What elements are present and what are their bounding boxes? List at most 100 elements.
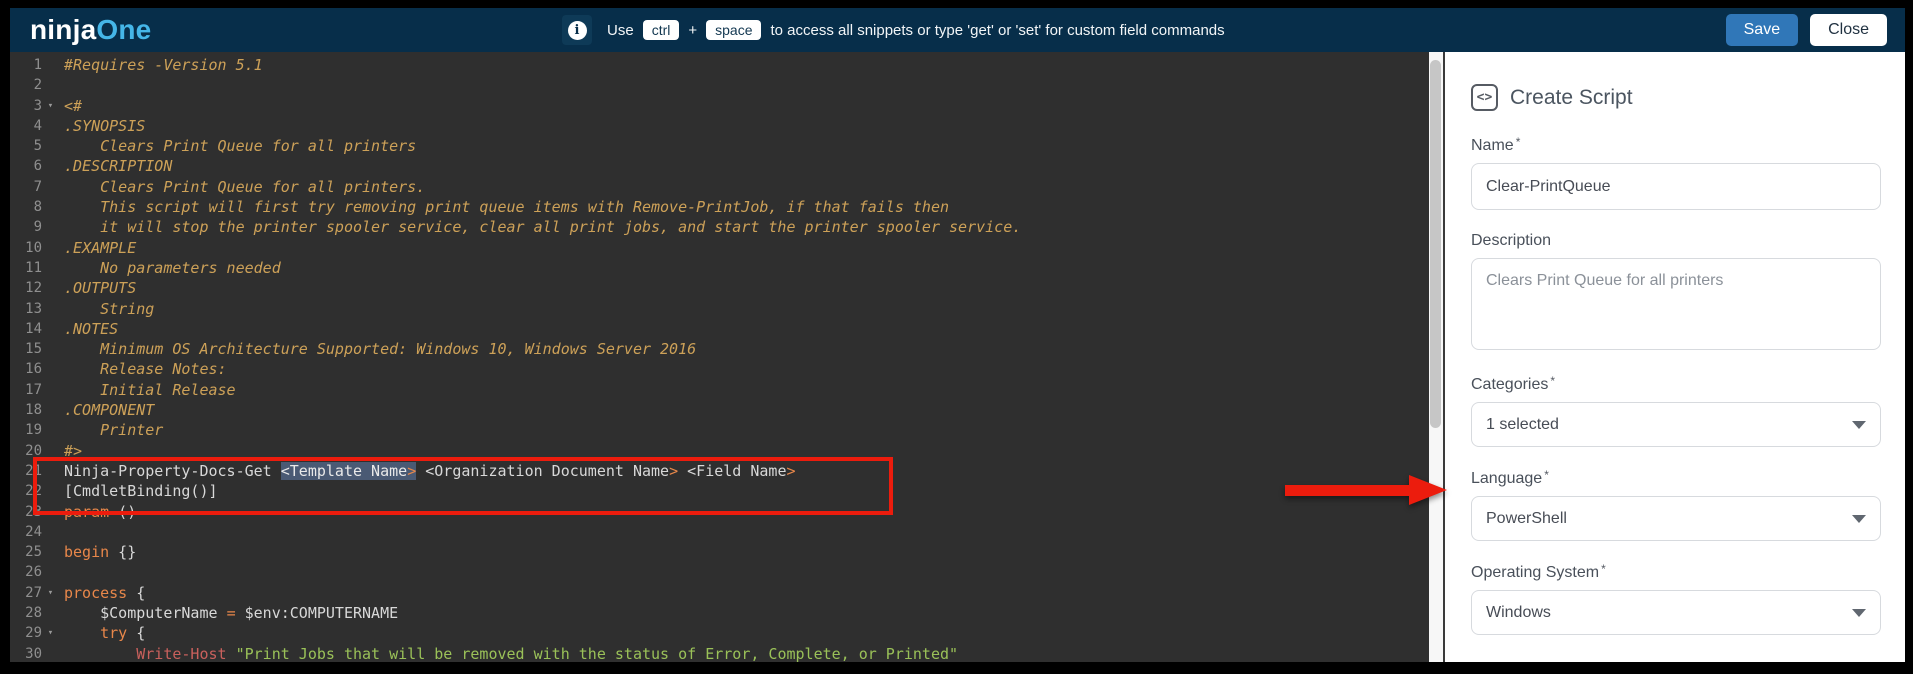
code-text: #> <box>64 441 83 460</box>
fold-arrow-icon[interactable]: ▾ <box>42 623 56 643</box>
code-line[interactable]: 13 String <box>10 299 1429 319</box>
code-text: No parameters needed <box>64 258 281 277</box>
code-line[interactable]: 19 Printer <box>10 420 1429 440</box>
code-line[interactable]: 14 .NOTES <box>10 319 1429 339</box>
code-text: String <box>64 299 155 318</box>
fold-gutter <box>42 116 56 136</box>
description-label: Description <box>1471 232 1552 249</box>
code-line[interactable]: 26 <box>10 562 1429 582</box>
code-text: Initial Release <box>64 380 236 399</box>
save-button[interactable]: Save <box>1725 14 1799 46</box>
top-bar: ninjaOne i Use ctrl + space to access al… <box>10 8 1905 52</box>
logo-text-ninja: ninja <box>30 14 97 45</box>
operating-system-label: Operating System * <box>1471 562 1606 581</box>
required-asterisk: * <box>1544 468 1549 482</box>
code-text: .COMPONENT <box>64 401 155 420</box>
line-number: 5 <box>33 138 42 155</box>
code-line[interactable]: 21 Ninja-Property-Docs-Get <Template Name… <box>10 461 1429 481</box>
fold-gutter <box>42 339 56 359</box>
fold-arrow-icon[interactable]: ▾ <box>42 583 56 603</box>
line-number: 15 <box>25 341 42 358</box>
line-number: 2 <box>33 77 42 94</box>
line-number: 1 <box>33 57 42 73</box>
language-select[interactable]: PowerShell <box>1471 496 1881 541</box>
code-line[interactable]: 7 Clears Print Queue for all printers. <box>10 177 1429 197</box>
code-editor[interactable]: 1 #Requires -Version 5.1 2 3 ▾ <# 4 .SYNOPSIS 5 … <box>10 52 1429 662</box>
code-line[interactable]: 20 #> <box>10 441 1429 461</box>
fold-gutter <box>42 75 56 95</box>
code-text: param () <box>64 502 137 521</box>
editor-scrollbar-thumb[interactable] <box>1430 60 1441 428</box>
code-line[interactable]: 10 .EXAMPLE <box>10 238 1429 258</box>
line-number: 25 <box>25 544 42 561</box>
name-input[interactable] <box>1471 163 1881 210</box>
code-line[interactable]: 27 ▾ process { <box>10 583 1429 603</box>
code-line[interactable]: 11 No parameters needed <box>10 258 1429 278</box>
code-line[interactable]: 8 This script will first try removing pr… <box>10 197 1429 217</box>
code-text: This script will first try removing prin… <box>64 198 950 217</box>
code-line[interactable]: 1 #Requires -Version 5.1 <box>10 55 1429 75</box>
line-number: 3 <box>33 97 42 114</box>
code-line[interactable]: 4 .SYNOPSIS <box>10 116 1429 136</box>
categories-select[interactable]: 1 selected <box>1471 402 1881 447</box>
fold-gutter <box>42 603 56 623</box>
fold-gutter <box>42 55 56 75</box>
categories-label: Categories * <box>1471 374 1556 393</box>
line-number: 18 <box>25 402 42 419</box>
categories-value: 1 selected <box>1486 415 1559 433</box>
chevron-down-icon <box>1852 514 1866 523</box>
description-textarea[interactable]: Clears Print Queue for all printers <box>1471 258 1881 350</box>
code-line[interactable]: 5 Clears Print Queue for all printers <box>10 136 1429 156</box>
fold-gutter <box>42 197 56 217</box>
chevron-down-icon <box>1852 608 1866 617</box>
code-line[interactable]: 17 Initial Release <box>10 380 1429 400</box>
operating-system-select[interactable]: Windows <box>1471 590 1881 635</box>
code-line[interactable]: 2 <box>10 75 1429 95</box>
line-number: 19 <box>25 422 42 439</box>
fold-gutter <box>42 299 56 319</box>
code-line[interactable]: 12 .OUTPUTS <box>10 278 1429 298</box>
code-line[interactable]: 15 Minimum OS Architecture Supported: Wi… <box>10 339 1429 359</box>
line-number: 7 <box>33 178 42 195</box>
code-line[interactable]: 24 <box>10 522 1429 542</box>
code-text: Clears Print Queue for all printers. <box>64 177 426 196</box>
line-number: 16 <box>25 361 42 378</box>
fold-gutter <box>42 644 56 662</box>
line-number: 29 <box>25 625 42 642</box>
fold-gutter <box>42 542 56 562</box>
code-line[interactable]: 3 ▾ <# <box>10 96 1429 116</box>
fold-gutter <box>42 156 56 176</box>
editor-scrollbar-track[interactable] <box>1429 52 1443 662</box>
code-text: .OUTPUTS <box>64 279 137 298</box>
code-text: begin {} <box>64 543 137 562</box>
operating-system-value: Windows <box>1486 603 1551 621</box>
line-number: 13 <box>25 300 42 317</box>
code-line[interactable]: 22 [CmdletBinding()] <box>10 481 1429 501</box>
code-line[interactable]: 28 $ComputerName = $env:COMPUTERNAME <box>10 603 1429 623</box>
hint-prefix: Use <box>607 21 634 39</box>
fold-gutter <box>42 481 56 501</box>
code-line[interactable]: 6 .DESCRIPTION <box>10 156 1429 176</box>
code-line[interactable]: 29 ▾ try { <box>10 623 1429 643</box>
info-icon[interactable]: i <box>562 15 592 45</box>
fold-gutter <box>42 238 56 258</box>
fold-gutter <box>42 359 56 379</box>
code-line[interactable]: 18 .COMPONENT <box>10 400 1429 420</box>
code-line[interactable]: 30 Write-Host "Print Jobs that will be r… <box>10 644 1429 662</box>
line-number: 10 <box>25 239 42 256</box>
fold-gutter <box>42 502 56 522</box>
code-text: [CmdletBinding()] <box>64 482 218 501</box>
plus-sign: + <box>688 21 698 39</box>
required-asterisk: * <box>1601 562 1606 576</box>
line-number: 27 <box>25 584 42 601</box>
fold-arrow-icon[interactable]: ▾ <box>42 96 56 116</box>
line-number: 26 <box>25 564 42 581</box>
space-key-chip: space <box>706 20 762 40</box>
snippet-hint: i Use ctrl + space to access all snippet… <box>562 15 1225 45</box>
code-line[interactable]: 23 param () <box>10 502 1429 522</box>
code-line[interactable]: 25 begin {} <box>10 542 1429 562</box>
code-line[interactable]: 9 it will stop the printer spooler servi… <box>10 217 1429 237</box>
close-button[interactable]: Close <box>1810 14 1887 46</box>
code-line[interactable]: 16 Release Notes: <box>10 359 1429 379</box>
